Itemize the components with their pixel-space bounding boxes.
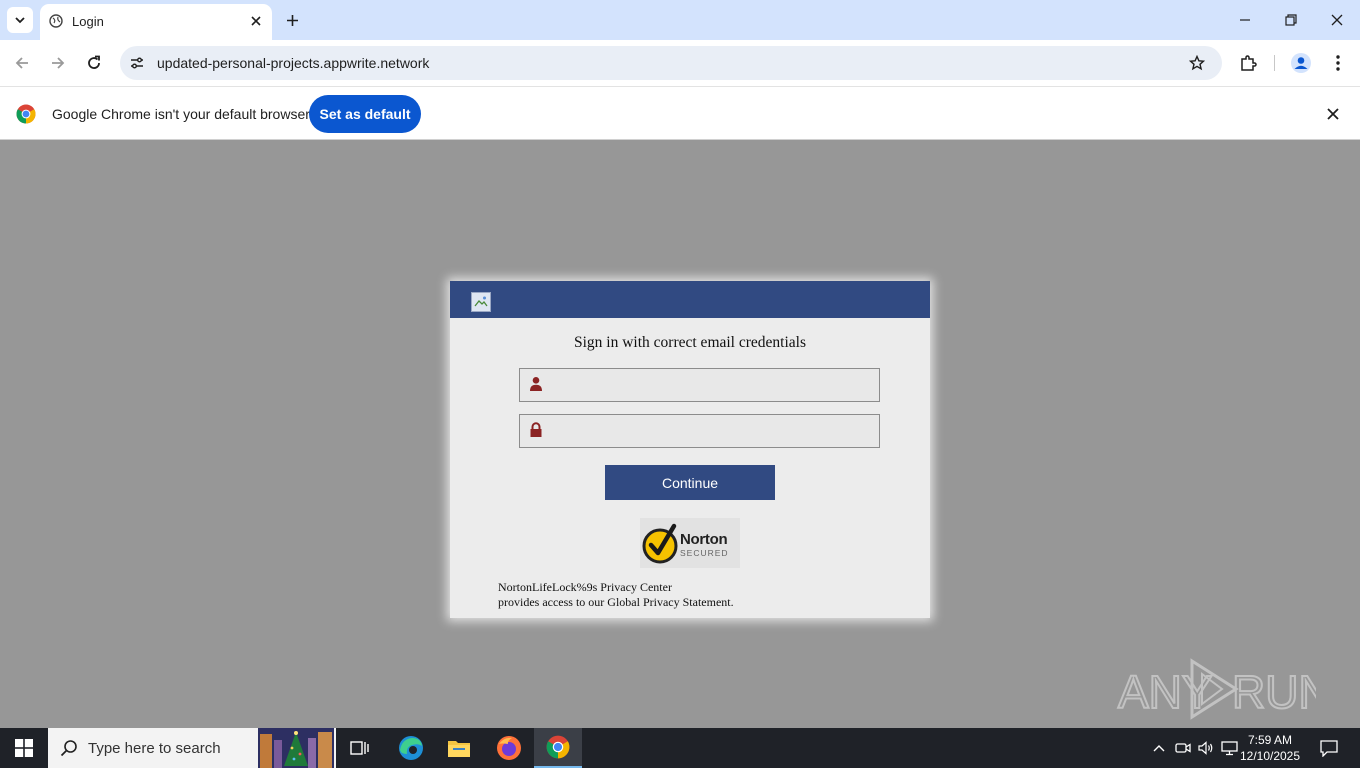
notification-center-button[interactable] bbox=[1314, 728, 1344, 768]
lock-icon bbox=[530, 422, 542, 437]
windows-taskbar: Type here to search 7:59 AM 12/10/2025 bbox=[0, 728, 1360, 768]
volume-button[interactable] bbox=[1197, 728, 1215, 768]
clock-time: 7:59 AM bbox=[1247, 733, 1293, 747]
task-view-button[interactable] bbox=[336, 728, 384, 768]
tab-title: Login bbox=[72, 14, 104, 29]
infobar-close-button[interactable] bbox=[1323, 104, 1343, 124]
minimize-icon bbox=[1240, 19, 1250, 21]
chrome-icon bbox=[546, 735, 570, 759]
norton-check-icon bbox=[642, 523, 678, 564]
search-icon bbox=[60, 740, 77, 757]
norton-brand: Norton bbox=[680, 531, 728, 548]
star-icon bbox=[1189, 55, 1205, 71]
search-highlight-image bbox=[258, 728, 334, 768]
taskbar-search[interactable]: Type here to search bbox=[48, 728, 336, 768]
norton-secured-badge: Norton SECURED bbox=[640, 518, 740, 568]
back-button[interactable] bbox=[8, 49, 36, 77]
file-explorer-taskbar-button[interactable] bbox=[435, 728, 483, 768]
minimize-button[interactable] bbox=[1222, 0, 1268, 40]
meet-now-icon bbox=[1175, 743, 1191, 753]
infobar-message: Google Chrome isn't your default browser bbox=[52, 106, 310, 122]
anyrun-watermark: ANY RUN bbox=[1116, 656, 1333, 720]
notification-icon bbox=[1320, 739, 1338, 757]
email-field[interactable] bbox=[519, 368, 880, 402]
tab-search-button[interactable] bbox=[7, 7, 33, 33]
tab-strip: Login bbox=[0, 0, 1360, 40]
email-input[interactable] bbox=[550, 369, 875, 401]
default-browser-infobar: Google Chrome isn't your default browser… bbox=[0, 86, 1360, 140]
clock-date: 12/10/2025 bbox=[1239, 749, 1301, 763]
close-icon bbox=[1331, 14, 1343, 26]
browser-toolbar: updated-personal-projects.appwrite.netwo… bbox=[0, 40, 1360, 86]
login-heading: Sign in with correct email credentials bbox=[574, 334, 806, 351]
privacy-line-1: NortonLifeLock%9s Privacy Center bbox=[498, 580, 672, 594]
plus-icon bbox=[286, 14, 298, 26]
close-icon bbox=[1327, 108, 1339, 120]
url-text[interactable]: updated-personal-projects.appwrite.netwo… bbox=[157, 55, 429, 71]
set-as-default-button[interactable]: Set as default bbox=[309, 95, 421, 133]
reload-button[interactable] bbox=[80, 49, 108, 77]
toolbar-separator bbox=[1274, 55, 1275, 71]
chrome-taskbar-button[interactable] bbox=[534, 728, 582, 768]
tab-login[interactable]: Login bbox=[40, 4, 272, 40]
privacy-line-2: provides access to our Global Privacy St… bbox=[498, 595, 734, 609]
site-info-button[interactable] bbox=[127, 53, 147, 73]
meet-now-button[interactable] bbox=[1174, 728, 1192, 768]
profile-button[interactable] bbox=[1289, 51, 1313, 75]
search-placeholder: Type here to search bbox=[88, 740, 221, 757]
globe-icon bbox=[49, 14, 63, 28]
new-tab-button[interactable] bbox=[280, 8, 304, 32]
close-icon bbox=[251, 16, 261, 26]
task-view-icon bbox=[350, 741, 369, 755]
watermark-text-run: RUN bbox=[1232, 666, 1316, 718]
password-input[interactable] bbox=[550, 415, 875, 447]
profile-icon bbox=[1291, 53, 1311, 73]
kebab-menu-icon bbox=[1336, 55, 1340, 71]
watermark-text-any: ANY bbox=[1118, 666, 1213, 718]
broken-image-icon bbox=[471, 292, 491, 312]
edge-taskbar-button[interactable] bbox=[387, 728, 435, 768]
chrome-logo-icon bbox=[16, 104, 36, 124]
continue-button[interactable]: Continue bbox=[605, 465, 775, 500]
network-icon bbox=[1220, 740, 1238, 755]
forward-button[interactable] bbox=[44, 49, 72, 77]
menu-button[interactable] bbox=[1326, 51, 1350, 75]
norton-secured-text: SECURED bbox=[680, 548, 729, 558]
site-info-icon bbox=[131, 57, 143, 69]
bookmark-button[interactable] bbox=[1186, 52, 1208, 74]
network-button[interactable] bbox=[1220, 728, 1238, 768]
privacy-statement: NortonLifeLock%9s Privacy Center provide… bbox=[498, 580, 734, 610]
show-hidden-icons-button[interactable] bbox=[1150, 728, 1168, 768]
restore-icon bbox=[1285, 14, 1297, 26]
volume-icon bbox=[1197, 741, 1212, 755]
chevron-up-icon bbox=[1153, 745, 1165, 752]
address-bar[interactable]: updated-personal-projects.appwrite.netwo… bbox=[120, 46, 1222, 80]
card-header bbox=[450, 281, 930, 318]
restore-button[interactable] bbox=[1268, 0, 1314, 40]
user-icon bbox=[530, 377, 542, 391]
extensions-icon bbox=[1241, 55, 1257, 71]
forward-arrow-icon bbox=[52, 57, 65, 69]
back-arrow-icon bbox=[15, 57, 28, 69]
window-close-button[interactable] bbox=[1314, 0, 1360, 40]
tab-close-button[interactable] bbox=[246, 11, 266, 31]
system-clock[interactable]: 7:59 AM 12/10/2025 bbox=[1238, 732, 1302, 764]
chevron-down-icon bbox=[15, 17, 25, 24]
extensions-button[interactable] bbox=[1236, 51, 1260, 75]
firefox-icon bbox=[497, 736, 521, 760]
file-explorer-icon bbox=[448, 741, 470, 757]
start-button[interactable] bbox=[0, 728, 48, 768]
password-field[interactable] bbox=[519, 414, 880, 448]
windows-logo-icon bbox=[15, 739, 33, 757]
reload-icon bbox=[88, 55, 100, 69]
edge-icon bbox=[399, 736, 423, 760]
login-card: Sign in with correct email credentials C… bbox=[450, 281, 930, 618]
firefox-taskbar-button[interactable] bbox=[485, 728, 533, 768]
